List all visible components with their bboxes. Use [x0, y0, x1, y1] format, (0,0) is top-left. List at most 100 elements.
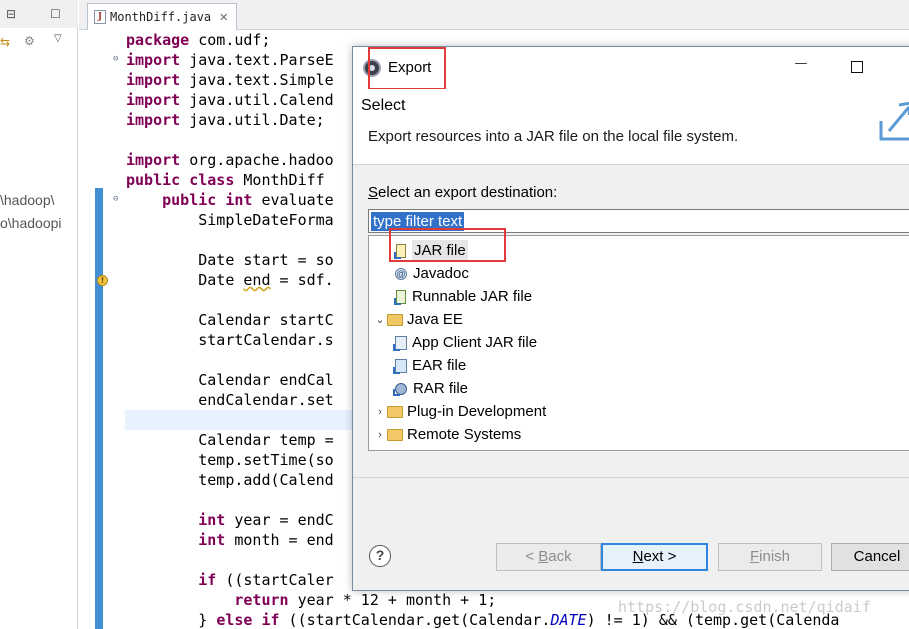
maximize-icon[interactable]: ☐ [50, 7, 61, 21]
next-button[interactable]: Next > [601, 543, 708, 571]
warning-icon[interactable]: ! [97, 275, 108, 286]
maximize-button[interactable] [851, 61, 863, 73]
code-line: Date start = so [126, 250, 333, 270]
close-icon[interactable]: ✕ [219, 11, 228, 24]
code-line: import java.text.ParseE [126, 50, 334, 70]
code-token: java.util.Date; [180, 111, 325, 129]
code-line: Date end = sdf. [126, 270, 333, 290]
tree-item-java-ee[interactable]: ⌄ Java EE [373, 309, 463, 331]
folder-icon [387, 406, 403, 418]
code-token: startCalendar.s [126, 331, 334, 349]
finish-label-mnemonic: F [749, 548, 760, 565]
code-line: temp.setTime(so [126, 450, 334, 470]
tree-item-label: Plug-in Development [407, 403, 547, 420]
code-line: int month = end [126, 530, 334, 550]
editor-tab-strip: J MonthDiff.java ✕ [79, 0, 909, 30]
chevron-down-icon[interactable]: ⌄ [373, 309, 387, 331]
app-client-jar-icon [393, 336, 407, 351]
code-token: import [126, 111, 181, 129]
tree-item-runnable-jar-file[interactable]: Runnable JAR file [393, 286, 532, 308]
ear-file-icon [393, 359, 407, 374]
chevron-right-icon[interactable]: › [373, 424, 387, 446]
minimize-button[interactable]: — [793, 55, 809, 75]
code-token: return [234, 591, 289, 609]
tree-item-plug-in-development[interactable]: › Plug-in Development [373, 401, 546, 423]
wizard-page-description: Export resources into a JAR file on the … [368, 128, 739, 145]
fold-minus-icon[interactable]: ⊖ [113, 194, 118, 204]
code-token: org.apache.hadoo [180, 151, 334, 169]
export-destination-tree[interactable]: JAR file @ Javadoc Runnable JAR file ⌄ Java E… [368, 235, 909, 451]
quick-diff-bar [95, 188, 103, 629]
tree-path-item[interactable]: \hadoop\ [0, 192, 55, 208]
code-token: } [126, 611, 217, 629]
destination-label-post: elect an export destination: [378, 184, 558, 201]
back-label-mnemonic: B [538, 548, 549, 565]
collapse-all-icon[interactable]: ⚙ [24, 34, 35, 48]
cancel-button[interactable]: Cancel [831, 543, 909, 571]
code-token: java.text.Simple [180, 71, 334, 89]
code-line: startCalendar.s [126, 330, 334, 350]
code-token: import [126, 151, 181, 169]
tree-path-item[interactable]: o\hadoopi [0, 215, 62, 231]
wizard-header: Select Export resources into a JAR file … [353, 89, 909, 165]
dialog-titlebar[interactable]: Export — [353, 47, 909, 90]
code-token: com.udf; [189, 31, 271, 49]
code-token: MonthDiff [234, 171, 325, 189]
link-editor-icon[interactable]: ⇆ [0, 35, 10, 49]
code-line: temp.add(Calend [126, 470, 334, 490]
tree-item-javadoc[interactable]: @ Javadoc [393, 263, 469, 285]
back-button[interactable]: < Back [496, 543, 601, 571]
rar-file-icon [393, 383, 407, 396]
code-line: if ((startCaler [126, 570, 333, 590]
code-token: temp.setTime(so [126, 451, 334, 469]
destination-label-mnemonic: S [368, 184, 379, 201]
minimize-icon[interactable]: ⊟ [6, 7, 16, 21]
wizard-page-title: Select [361, 97, 406, 114]
finish-button[interactable]: Finish [718, 543, 822, 571]
tree-item-remote-systems[interactable]: › Remote Systems [373, 424, 521, 446]
fold-minus-icon[interactable]: ⊖ [113, 54, 118, 64]
annotation-highlight-box [368, 47, 446, 90]
next-label-mnemonic: N [632, 548, 644, 565]
tree-item-label: Java EE [407, 311, 463, 328]
code-token: java.util.Calend [180, 91, 334, 109]
code-line: public class MonthDiff [126, 170, 325, 190]
finish-label-post: inish [759, 548, 791, 565]
code-line: Calendar temp = [126, 430, 334, 450]
tree-item-label: Javadoc [413, 265, 469, 282]
code-line: import java.util.Calend [126, 90, 334, 110]
tree-item-rar-file[interactable]: RAR file [393, 378, 468, 400]
code-token: package [126, 31, 190, 49]
code-line: int year = endC [126, 510, 334, 530]
tree-item-ear-file[interactable]: EAR file [393, 355, 466, 377]
code-token: import [126, 91, 181, 109]
code-line: import org.apache.hadoo [126, 150, 334, 170]
code-token: month = end [225, 531, 334, 549]
code-token: import [126, 71, 181, 89]
view-menu-chevron-down-icon[interactable]: ▽ [54, 32, 62, 46]
code-token: int [198, 531, 226, 549]
code-token: temp.add(Calend [126, 471, 334, 489]
code-token: endCalendar.set [126, 391, 334, 409]
export-wizard-icon [879, 101, 909, 141]
code-token: year = endC [225, 511, 334, 529]
annotation-highlight-box [389, 228, 506, 262]
editor-tab-label: MonthDiff.java [110, 10, 212, 24]
folder-icon [387, 314, 403, 326]
editor-tab-monthdiff[interactable]: J MonthDiff.java ✕ [87, 3, 238, 30]
tree-item-app-client-jar-file[interactable]: App Client JAR file [393, 332, 537, 354]
tree-item-label: App Client JAR file [412, 334, 538, 351]
code-token: Calendar temp = [126, 431, 334, 449]
code-line: import java.text.Simple [126, 70, 334, 90]
chevron-right-icon[interactable]: › [373, 401, 387, 423]
back-label-post: ack [548, 548, 572, 565]
help-button[interactable]: ? [369, 545, 391, 567]
screenshot-root: ⊟ ☐ ⇆ ⚙ ▽ \hadoop\ o\hadoopi J MonthDiff… [0, 0, 909, 629]
next-label-post: ext > [643, 548, 677, 565]
code-token: else if [216, 611, 280, 629]
code-line: public int evaluate [126, 190, 334, 210]
java-file-icon: J [94, 10, 106, 24]
